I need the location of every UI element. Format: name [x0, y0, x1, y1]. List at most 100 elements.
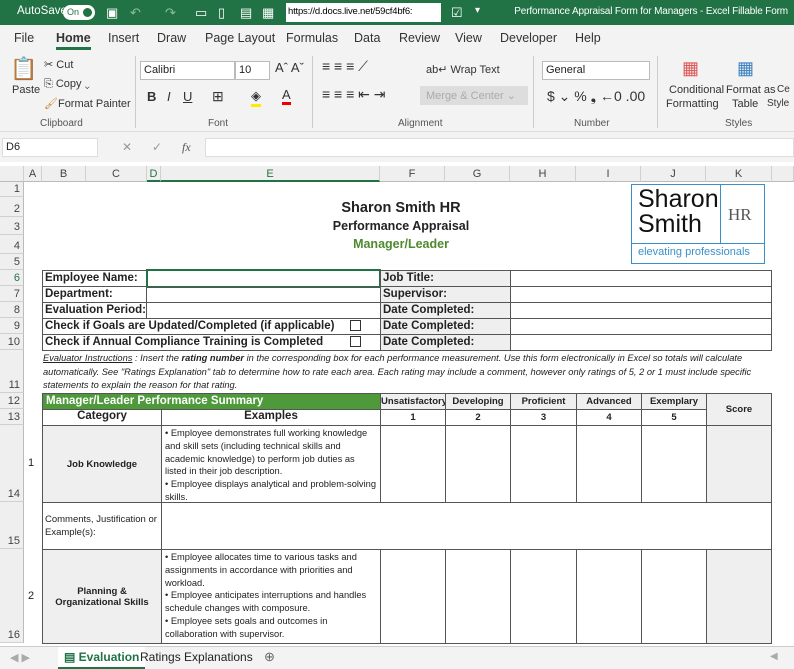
- bold-button[interactable]: B: [147, 89, 156, 104]
- number-format-select[interactable]: General: [542, 61, 650, 80]
- format-as-table-sub[interactable]: Table: [732, 98, 758, 110]
- number-format-icons[interactable]: $ ⌄ % ❟ ←0 .00: [547, 88, 645, 105]
- align-top-icons[interactable]: ≡ ≡ ≡ ⟋: [322, 58, 368, 75]
- rating-input[interactable]: [510, 549, 577, 644]
- format-painter-button[interactable]: 🖌Format Painter: [44, 97, 131, 110]
- tab-review[interactable]: Review: [399, 31, 440, 45]
- tab-view[interactable]: View: [455, 31, 482, 45]
- date-completed-input[interactable]: [510, 302, 772, 319]
- borders-icon[interactable]: ⊞: [212, 88, 224, 105]
- rating-input[interactable]: [510, 425, 577, 503]
- col-header[interactable]: K: [706, 166, 772, 182]
- rating-input[interactable]: [380, 425, 446, 503]
- row-header[interactable]: 6: [0, 270, 24, 286]
- row-header[interactable]: 8: [0, 302, 24, 318]
- rating-input[interactable]: [380, 549, 446, 644]
- col-header[interactable]: J: [641, 166, 706, 182]
- row-header[interactable]: 7: [0, 286, 24, 302]
- rating-input[interactable]: [641, 425, 707, 503]
- row-header[interactable]: 1: [0, 182, 24, 197]
- save-icon[interactable]: ▣: [106, 5, 118, 21]
- underline-button[interactable]: U: [183, 89, 192, 104]
- col-header[interactable]: H: [510, 166, 576, 182]
- job-title-input[interactable]: [510, 270, 772, 287]
- goals-checkbox[interactable]: [350, 320, 361, 331]
- goals-date-input[interactable]: [510, 318, 772, 335]
- row-header[interactable]: 14: [0, 425, 24, 502]
- tab-file[interactable]: File: [14, 31, 34, 45]
- function-icon[interactable]: fx: [182, 140, 191, 155]
- copy-button[interactable]: ⎘ Copy ⌄: [44, 78, 90, 91]
- italic-button[interactable]: I: [167, 89, 171, 104]
- wrap-text-button[interactable]: ab↵ Wrap Text: [426, 63, 500, 76]
- col-header[interactable]: F: [380, 166, 445, 182]
- conditional-formatting-label[interactable]: Conditional: [669, 84, 724, 96]
- row-header[interactable]: 3: [0, 217, 24, 235]
- rating-input[interactable]: [445, 425, 511, 503]
- rating-input[interactable]: [445, 549, 511, 644]
- font-size-select[interactable]: 10: [235, 61, 270, 80]
- name-box[interactable]: D6: [2, 138, 98, 157]
- row-header[interactable]: 9: [0, 318, 24, 334]
- select-all[interactable]: [0, 166, 24, 182]
- grow-font-icon[interactable]: Aˆ Aˇ: [275, 60, 304, 75]
- row-header[interactable]: 10: [0, 334, 24, 350]
- conditional-formatting-sub[interactable]: Formatting: [666, 98, 719, 110]
- col-header[interactable]: D: [147, 166, 161, 182]
- col-header[interactable]: A: [24, 166, 42, 182]
- cell-styles-sub[interactable]: Style: [767, 98, 789, 109]
- tab-developer[interactable]: Developer: [500, 31, 557, 45]
- merge-center-button[interactable]: Merge & Center ⌄: [420, 86, 528, 105]
- tab-formulas[interactable]: Formulas: [286, 31, 338, 45]
- font-name-select[interactable]: Calibri: [140, 61, 235, 80]
- col-header[interactable]: I: [576, 166, 641, 182]
- tab-page-layout[interactable]: Page Layout: [205, 31, 275, 45]
- enter-icon[interactable]: ✓: [152, 140, 162, 154]
- cancel-icon[interactable]: ✕: [122, 140, 132, 154]
- department-input[interactable]: [146, 286, 381, 303]
- print-icon[interactable]: ▦: [262, 5, 274, 21]
- conditional-formatting-icon[interactable]: ▦: [682, 58, 699, 79]
- compliance-date-input[interactable]: [510, 334, 772, 351]
- redo-icon[interactable]: ↷: [165, 5, 176, 21]
- row-header[interactable]: 13: [0, 409, 24, 425]
- scroll-left-icon[interactable]: ◀: [770, 651, 778, 662]
- paste-button[interactable]: Paste: [12, 84, 40, 96]
- tab-data[interactable]: Data: [354, 31, 380, 45]
- row-header[interactable]: 2: [0, 197, 24, 217]
- formula-input[interactable]: [205, 138, 794, 157]
- evaluation-period-input[interactable]: [146, 302, 381, 319]
- rating-input[interactable]: [576, 425, 642, 503]
- col-header[interactable]: G: [445, 166, 510, 182]
- tab-draw[interactable]: Draw: [157, 31, 186, 45]
- fill-color-icon[interactable]: ◈: [251, 88, 261, 107]
- new-file-icon[interactable]: ▯: [218, 5, 225, 21]
- cut-button[interactable]: ✂ Cut: [44, 58, 73, 71]
- url-field[interactable]: https://d.docs.live.net/59cf4bf6:: [286, 3, 441, 22]
- row-header[interactable]: 12: [0, 393, 24, 409]
- format-as-table-label[interactable]: Format as: [726, 84, 776, 96]
- print-preview-icon[interactable]: ▤: [240, 5, 252, 21]
- font-color-icon[interactable]: A: [282, 87, 291, 105]
- supervisor-input[interactable]: [510, 286, 772, 303]
- rating-input[interactable]: [576, 549, 642, 644]
- sheet-tab-ratings-explanations[interactable]: Ratings Explanations: [140, 650, 253, 664]
- format-as-table-icon[interactable]: ▦: [737, 58, 754, 79]
- sheet-tab-evaluation[interactable]: ▤ Evaluation: [58, 647, 146, 669]
- cell-styles-label[interactable]: Ce: [777, 84, 790, 95]
- rating-input[interactable]: [641, 549, 707, 644]
- row-header[interactable]: 5: [0, 254, 24, 270]
- undo-icon[interactable]: ↶: [130, 5, 141, 21]
- tab-home[interactable]: Home: [56, 31, 91, 50]
- tab-help[interactable]: Help: [575, 31, 601, 45]
- col-header[interactable]: B: [42, 166, 86, 182]
- row-header[interactable]: 4: [0, 235, 24, 254]
- tab-insert[interactable]: Insert: [108, 31, 139, 45]
- paste-icon[interactable]: 📋: [10, 56, 37, 82]
- touch-mode-icon[interactable]: ☑: [451, 5, 463, 21]
- row-header[interactable]: 11: [0, 350, 24, 393]
- col-header[interactable]: C: [86, 166, 147, 182]
- row-header[interactable]: 16: [0, 549, 24, 643]
- customize-qat-icon[interactable]: ▾: [475, 5, 480, 16]
- col-header[interactable]: E: [161, 166, 380, 182]
